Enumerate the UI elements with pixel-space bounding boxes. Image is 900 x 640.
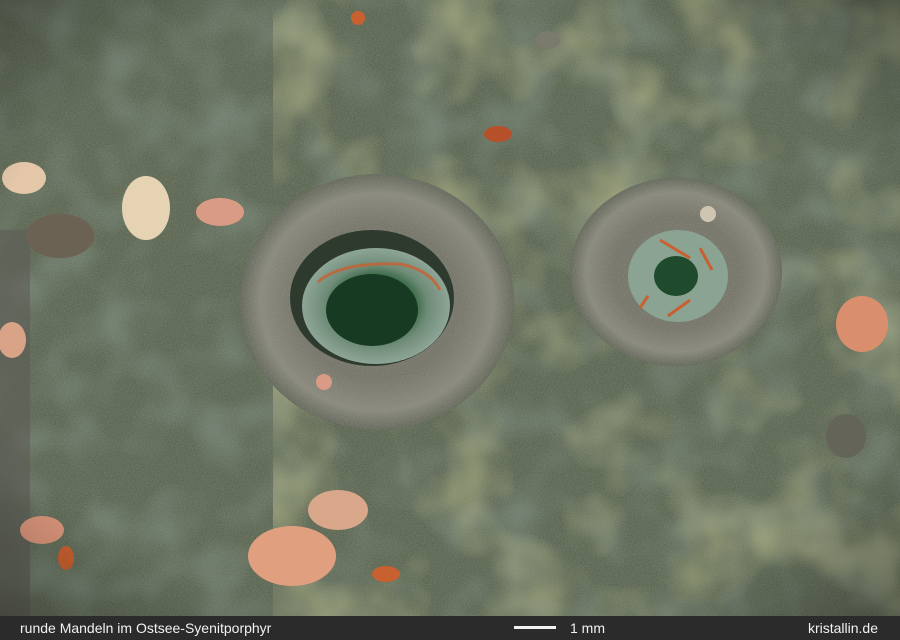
scale-bar xyxy=(514,626,556,629)
macro-photo xyxy=(0,0,900,616)
photo-frame: runde Mandeln im Ostsee-Syenitporphyr 1 … xyxy=(0,0,900,640)
scale-label: 1 mm xyxy=(570,620,605,636)
caption-title: runde Mandeln im Ostsee-Syenitporphyr xyxy=(20,620,272,636)
caption-bar: runde Mandeln im Ostsee-Syenitporphyr 1 … xyxy=(0,616,900,640)
credit-text: kristallin.de xyxy=(807,620,878,636)
